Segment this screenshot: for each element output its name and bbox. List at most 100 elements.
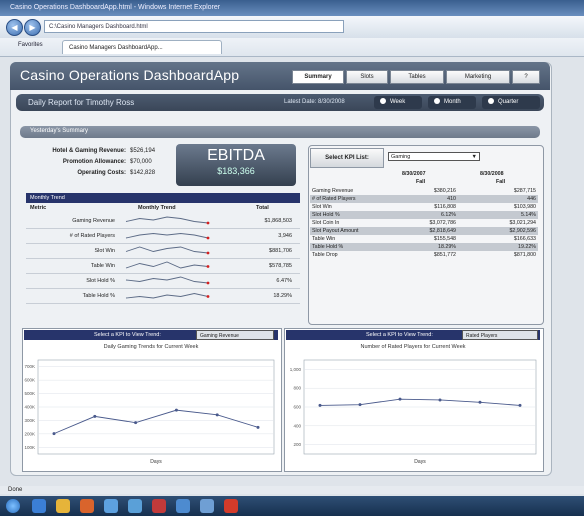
- y-tick-label: 500K: [24, 391, 35, 396]
- data-point: [518, 403, 522, 407]
- trend-total: $1,868,503: [264, 218, 292, 224]
- period-month-label: Month: [444, 99, 461, 105]
- sparkline-line: [125, 261, 209, 269]
- kpi-name: Slot Payout Amount: [312, 228, 359, 234]
- data-point: [93, 414, 97, 418]
- y-tick-label: 700K: [24, 364, 35, 369]
- kpi-v1: $2,818,649: [429, 228, 456, 234]
- period-month-radio[interactable]: Month: [428, 96, 476, 109]
- sparkline-line: [125, 246, 209, 254]
- revenue-value: $526,194: [130, 148, 156, 154]
- kpi-col1: 8/30/2007: [402, 171, 426, 177]
- report-title: Daily Report for Timothy Ross: [28, 98, 135, 107]
- sparkline-last-point: [206, 295, 210, 298]
- right-dropdown-value: Rated Players: [466, 333, 498, 339]
- revenue-label: Hotel & Gaming Revenue:: [52, 148, 126, 154]
- tab-slots[interactable]: Slots: [346, 70, 388, 84]
- kpi-row: Table Hold % 18.29% 19.22%: [310, 243, 538, 251]
- y-tick-label: 200K: [24, 431, 35, 436]
- kpi-name: Table Drop: [312, 252, 338, 258]
- col-total: Total: [256, 205, 269, 211]
- folder-taskbar-icon[interactable]: [56, 499, 70, 513]
- period-quarter-radio[interactable]: Quarter: [482, 96, 540, 109]
- tab-help[interactable]: ?: [512, 70, 540, 84]
- kpi-row: Slot Payout Amount $2,818,649 $2,902,596: [310, 227, 538, 235]
- y-tick-label: 400: [293, 423, 301, 428]
- kpi-v2: $103,980: [513, 204, 536, 210]
- trend-row: Table Hold % 18.29%: [26, 289, 300, 304]
- left-dropdown-value: Gaming Revenue: [200, 333, 239, 339]
- ebitda-value: $183,366: [217, 166, 255, 176]
- kpi-name: Slot Win: [312, 204, 332, 210]
- kpi-v2: $871,800: [513, 252, 536, 258]
- kpi-v1: 410: [447, 196, 456, 202]
- y-tick-label: 200: [293, 442, 301, 447]
- right-chart-title: Number of Rated Players for Current Week: [360, 344, 466, 350]
- favorites-button[interactable]: Favorites: [18, 42, 43, 48]
- left-trend-chart: 700K 600K 500K 400K 300K 200K 100K Days: [24, 359, 275, 465]
- op-costs-value: $142,828: [130, 170, 156, 176]
- app-taskbar-icon[interactable]: [104, 499, 118, 513]
- kpi-name: Slot Hold %: [312, 212, 340, 218]
- data-point: [256, 425, 260, 429]
- kpi-row: Table Drop $851,772 $871,800: [310, 251, 538, 259]
- browser-tab[interactable]: Casino Managers DashboardApp...: [62, 40, 222, 54]
- kpi-selected-value: Gaming: [391, 154, 411, 160]
- sparkline-line: [125, 216, 209, 224]
- sparkline-line: [125, 293, 209, 299]
- data-point: [478, 400, 482, 404]
- red-taskbar-icon[interactable]: [224, 499, 238, 513]
- trend-row: Table Win $578,785: [26, 259, 300, 274]
- back-icon[interactable]: ◀: [6, 19, 23, 36]
- col-monthly-trend: Monthly Trend: [138, 205, 176, 211]
- monthly-trend-columns: Metric Monthly Trend Total: [26, 203, 300, 213]
- trend-metric: # of Rated Players: [69, 233, 115, 239]
- sparkline-last-point: [206, 236, 210, 240]
- kpi-date-header: 8/30/2007 8/30/2008: [310, 170, 538, 178]
- forward-icon[interactable]: ▶: [24, 19, 41, 36]
- address-bar[interactable]: C:\Casino Managers Dashboard.html: [44, 20, 344, 33]
- sparkline: [125, 216, 210, 225]
- kpi-v1: $851,772: [433, 252, 456, 258]
- kpi-row: Slot Hold % 6.12% 5.14%: [310, 211, 538, 219]
- left-kpi-dropdown[interactable]: Gaming Revenue: [196, 330, 274, 340]
- kpi-v2: $287,715: [513, 188, 536, 194]
- y-tick-label: 100K: [24, 445, 35, 450]
- tab-summary[interactable]: Summary: [292, 70, 344, 84]
- ebitda-card: EBITDA $183,366: [176, 144, 296, 186]
- y-tick-label: 600: [293, 405, 301, 410]
- start-icon[interactable]: [6, 499, 20, 513]
- ie-taskbar-icon[interactable]: [32, 499, 46, 513]
- period-week-radio[interactable]: Week: [374, 96, 422, 109]
- tab-marketing[interactable]: Marketing: [446, 70, 510, 84]
- kpi-v2: $166,633: [513, 236, 536, 242]
- sparkline: [125, 276, 210, 285]
- data-point: [318, 403, 322, 407]
- y-tick-label: 400K: [24, 405, 35, 410]
- summary-title: Yesterday's Summary: [30, 128, 88, 134]
- browser-title-bar: Casino Operations DashboardApp.html - Wi…: [0, 0, 584, 16]
- trend-metric: Slot Win: [94, 248, 115, 254]
- kpi-v2: 5.14%: [520, 212, 536, 218]
- sparkline-line: [125, 276, 209, 284]
- trend-metric: Slot Hold %: [86, 278, 115, 284]
- kpi-select[interactable]: Gaming ▼: [388, 152, 480, 161]
- window-taskbar-icon[interactable]: [128, 499, 142, 513]
- right-kpi-dropdown[interactable]: Rated Players: [462, 330, 538, 340]
- tab-tables[interactable]: Tables: [390, 70, 444, 84]
- right-trend-chart: 1,000 800 600 400 200 Days: [290, 359, 537, 465]
- kpi-name: Gaming Revenue: [312, 188, 354, 194]
- kpi-name: Table Hold %: [312, 244, 344, 250]
- sparkline-line: [125, 233, 209, 239]
- kpi-name: Slot Coin In: [312, 220, 340, 226]
- trend-total: 3,946: [278, 233, 292, 239]
- search-taskbar-icon[interactable]: [200, 499, 214, 513]
- chevron-down-icon: ▼: [471, 154, 477, 160]
- media-taskbar-icon[interactable]: [80, 499, 94, 513]
- office-taskbar-icon[interactable]: [152, 499, 166, 513]
- explorer-taskbar-icon[interactable]: [176, 499, 190, 513]
- radio-icon: [434, 98, 440, 104]
- kpi-v2: 446: [527, 196, 536, 202]
- data-point: [52, 432, 56, 436]
- x-axis-label: Days: [150, 459, 162, 465]
